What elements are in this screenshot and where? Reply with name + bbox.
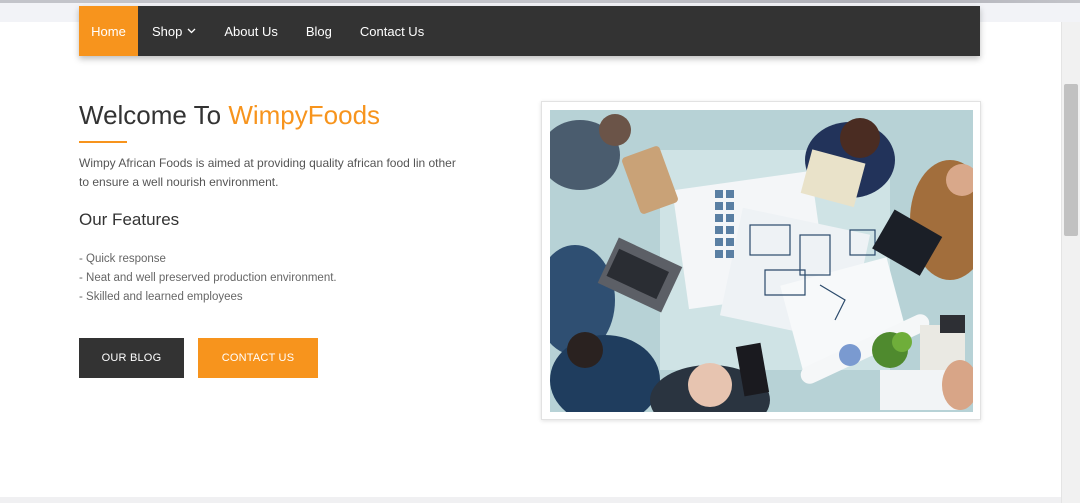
vertical-scrollbar[interactable] xyxy=(1061,22,1080,503)
meeting-illustration xyxy=(550,110,973,412)
hero-image-frame xyxy=(541,101,981,420)
nav-item-contact[interactable]: Contact Us xyxy=(346,6,438,56)
nav-item-about[interactable]: About Us xyxy=(210,6,291,56)
nav-item-home-label: Home xyxy=(91,23,126,39)
nav-item-shop-label: Shop xyxy=(152,23,183,39)
top-divider xyxy=(0,0,1080,3)
page-bottom-edge xyxy=(0,497,1061,503)
nav-item-blog-label: Blog xyxy=(305,23,332,39)
intro-line-2: to ensure a well nourish environment. xyxy=(79,175,279,189)
nav-item-home[interactable]: Home xyxy=(79,6,138,56)
welcome-prefix: Welcome To xyxy=(79,100,229,130)
feature-item: - Quick response xyxy=(79,253,166,265)
nav-item-contact-label: Contact Us xyxy=(359,23,425,39)
main-navbar: Home Shop About Us Blog Contact Us xyxy=(79,6,980,56)
feature-item: - Skilled and learned employees xyxy=(79,291,243,303)
brand-name: WimpyFoods xyxy=(228,100,381,130)
welcome-heading: Welcome To WimpyFoods xyxy=(79,100,380,131)
team-meeting-photo xyxy=(550,110,973,412)
scrollbar-thumb[interactable] xyxy=(1064,84,1078,236)
nav-item-shop[interactable]: Shop xyxy=(138,6,210,56)
nav-item-blog[interactable]: Blog xyxy=(292,6,346,56)
features-list: - Quick response - Neat and well preserv… xyxy=(79,250,337,307)
our-blog-button[interactable]: OUR BLOG xyxy=(79,338,184,378)
features-title: Our Features xyxy=(79,210,180,229)
intro-text: Wimpy African Foods is aimed at providin… xyxy=(79,154,479,192)
chevron-down-icon xyxy=(187,28,196,34)
feature-item: - Neat and well preserved production env… xyxy=(79,272,337,284)
intro-line-1: Wimpy African Foods is aimed at providin… xyxy=(79,156,456,170)
contact-us-button[interactable]: CONTACT US xyxy=(198,338,318,378)
nav-item-about-label: About Us xyxy=(224,23,278,39)
heading-underline xyxy=(79,141,127,143)
